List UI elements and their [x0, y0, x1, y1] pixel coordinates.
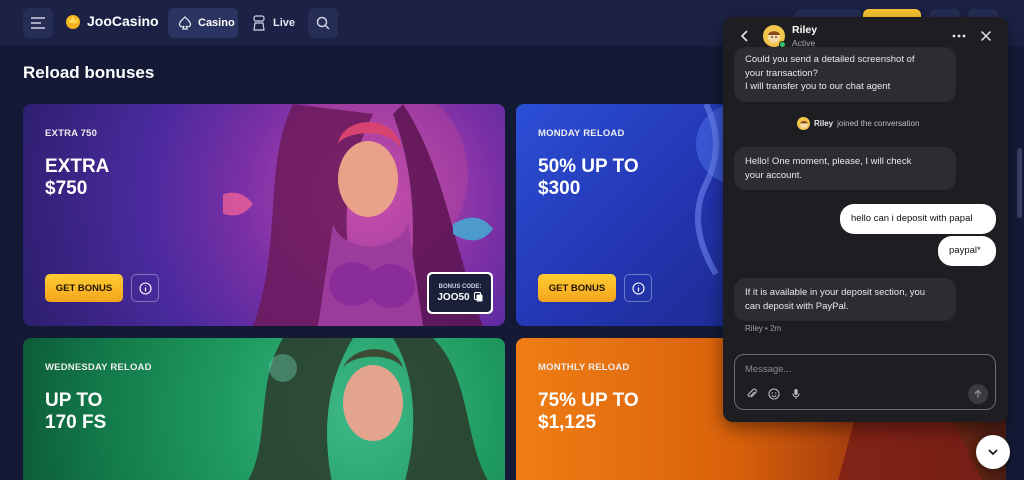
card-headline: UP TO 170 FS: [45, 390, 106, 434]
bonus-code-label: BONUS CODE:: [438, 283, 482, 290]
system-text: joined the conversation: [837, 119, 920, 128]
chat-panel: Riley Active Could you send a detailed s…: [723, 17, 1008, 422]
nav-casino-label: Casino: [198, 17, 235, 29]
bonus-code-text: JOO50: [437, 291, 470, 303]
agent-message: Hello! One moment, please, I will check …: [734, 147, 956, 190]
bonus-code-box[interactable]: BONUS CODE: JOO50: [427, 272, 493, 314]
info-icon: [138, 281, 152, 295]
message-line: Hello! One moment, please, I will check: [745, 156, 912, 167]
copy-icon[interactable]: [473, 292, 483, 302]
agent-message: If it is available in your deposit secti…: [734, 278, 956, 321]
card-headline-line2: $750: [45, 178, 88, 199]
message-line: your transaction?: [745, 67, 818, 79]
message-composer: [734, 354, 996, 410]
agent-message: Could you send a detailed screenshot of …: [734, 47, 956, 102]
close-icon[interactable]: [978, 28, 994, 44]
info-icon: [631, 281, 645, 295]
arrow-up-icon: [974, 389, 982, 398]
user-message: paypal*: [938, 236, 996, 266]
avatar: [797, 117, 810, 130]
nav-live-label: Live: [273, 17, 296, 29]
menu-icon: [31, 17, 45, 29]
menu-button[interactable]: [23, 8, 53, 38]
card-label: WEDNESDAY RELOAD: [45, 362, 152, 373]
card-headline-line2: $1,125: [538, 412, 597, 433]
message-input[interactable]: [745, 364, 975, 375]
avatar: [763, 25, 786, 48]
send-button[interactable]: [968, 384, 988, 404]
message-line: can deposit with PayPal.: [745, 300, 849, 312]
bonus-code-inner: BONUS CODE: JOO50: [429, 274, 491, 312]
search-icon: [316, 16, 330, 30]
mermaid-illustration: [248, 338, 488, 480]
microphone-icon[interactable]: [790, 388, 802, 400]
card-headline-line1: UP TO: [45, 390, 103, 411]
page-title: Reload bonuses: [23, 63, 155, 82]
chevron-down-icon: [988, 449, 998, 456]
card-headline-line2: $300: [538, 178, 581, 199]
message-meta: Riley • 2m: [745, 324, 782, 333]
card-headline-line1: EXTRA: [45, 156, 110, 177]
info-button[interactable]: [624, 274, 652, 302]
system-agent-name: Riley: [814, 119, 834, 128]
card-label: MONTHLY RELOAD: [538, 362, 630, 373]
bonus-card-extra: EXTRA 750 EXTRA $750 GET BONUS BONUS COD…: [23, 104, 505, 326]
message-line: Could you send a detailed screenshot of: [745, 54, 915, 65]
crown-icon: [66, 15, 80, 29]
card-headline-line1: 75% UP TO: [538, 390, 639, 411]
nav-casino[interactable]: Casino: [168, 8, 238, 38]
dealer-icon: [253, 15, 265, 31]
more-icon[interactable]: [951, 28, 967, 44]
agent-avatar-face: [799, 120, 808, 128]
bonus-card-wednesday: WEDNESDAY RELOAD UP TO 170 FS: [23, 338, 505, 480]
get-bonus-button[interactable]: GET BONUS: [538, 274, 616, 302]
card-label: EXTRA 750: [45, 128, 98, 139]
search-button[interactable]: [308, 8, 338, 38]
user-message: hello can i deposit with papal: [840, 204, 996, 234]
nav-live[interactable]: Live: [252, 8, 295, 38]
agent-name: Riley: [792, 24, 818, 36]
paperclip-icon[interactable]: [746, 388, 758, 400]
message-line: If it is available in your deposit secti…: [745, 287, 926, 298]
message-line: I will transfer you to our chat agent: [745, 81, 891, 92]
brand-logo[interactable]: JooCasino: [64, 12, 159, 30]
spade-icon: [178, 16, 192, 30]
smile-icon[interactable]: [768, 388, 780, 400]
chevron-left-icon[interactable]: [738, 28, 752, 44]
get-bonus-button[interactable]: GET BONUS: [45, 274, 123, 302]
system-message: Riley joined the conversation: [797, 117, 919, 130]
card-headline: 50% UP TO $300: [538, 156, 639, 200]
brand-name: JooCasino: [87, 13, 159, 29]
bonus-code-value: JOO50: [437, 291, 483, 303]
info-button[interactable]: [131, 274, 159, 302]
card-headline: EXTRA $750: [45, 156, 109, 200]
page-scrollbar[interactable]: [1017, 148, 1022, 218]
card-label: MONDAY RELOAD: [538, 128, 625, 139]
scroll-down-button[interactable]: [976, 435, 1010, 469]
message-line: your account.: [745, 169, 803, 181]
card-headline-line2: 170 FS: [45, 412, 107, 433]
card-headline: 75% UP TO $1,125: [538, 390, 639, 434]
card-headline-line1: 50% UP TO: [538, 156, 639, 177]
